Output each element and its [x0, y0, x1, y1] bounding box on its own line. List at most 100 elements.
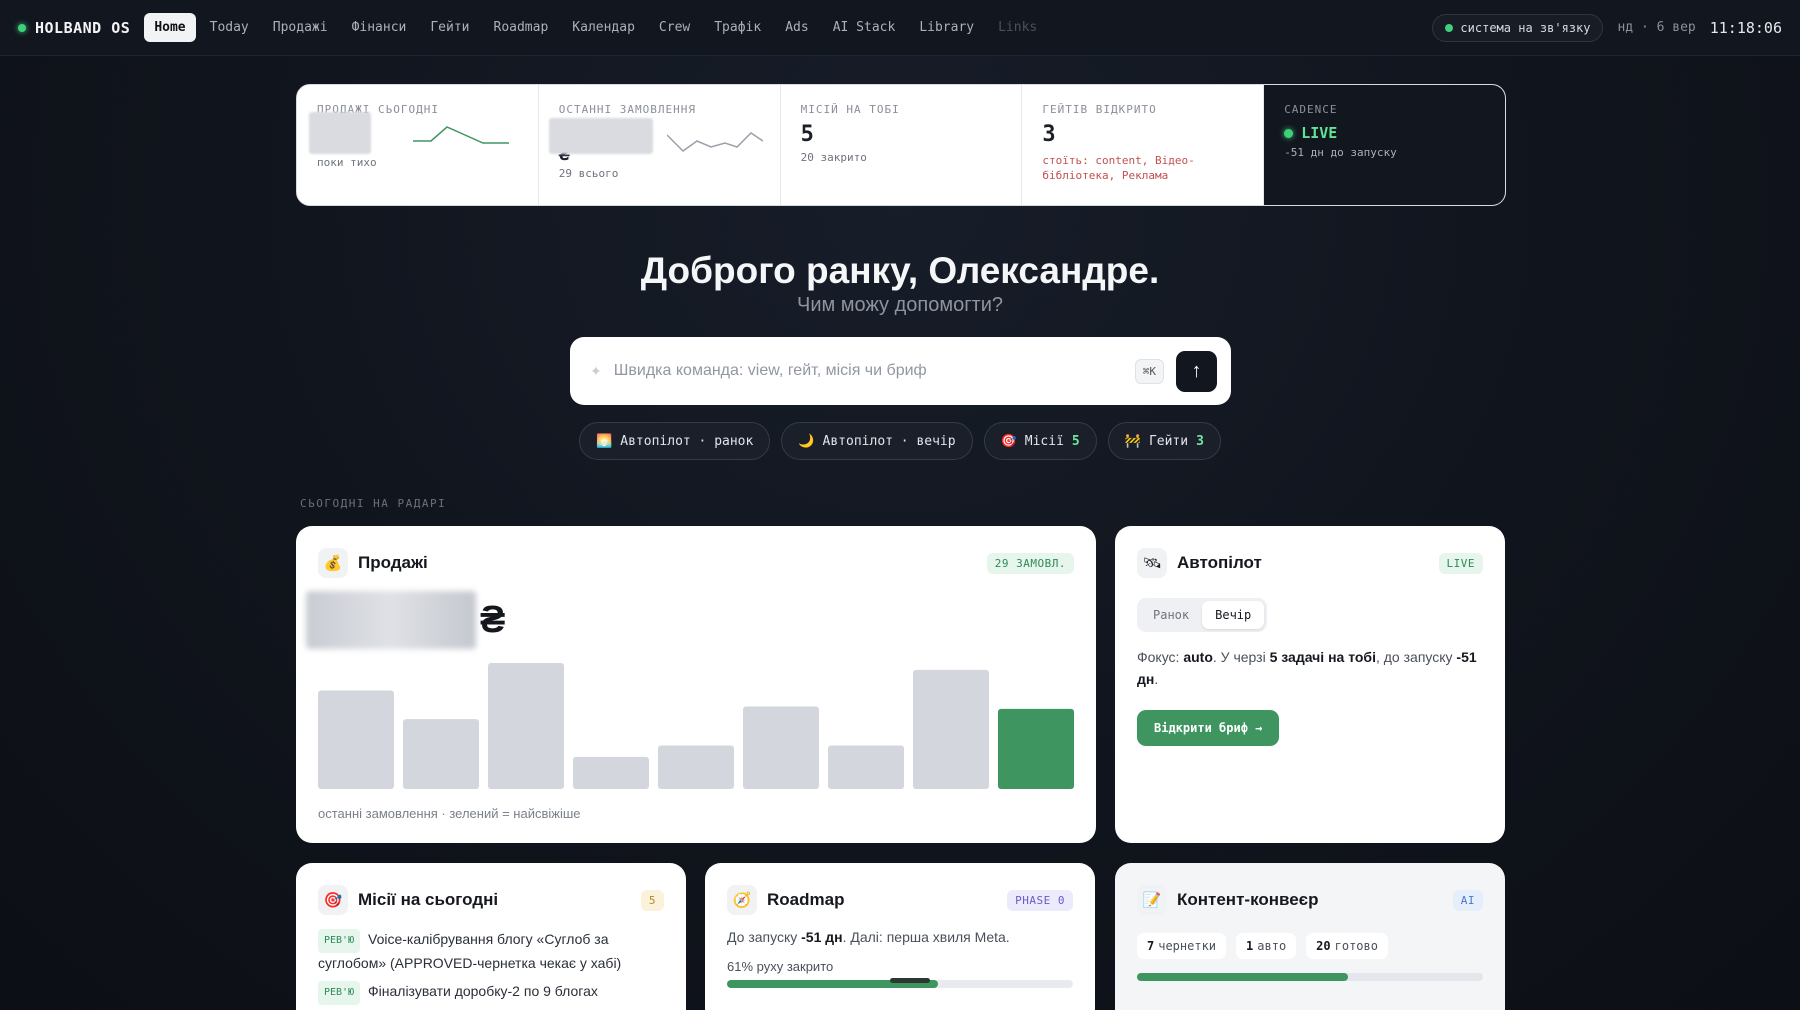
card-header: 📝 Контент-конвеєр AI: [1137, 885, 1483, 915]
stat-drafts[interactable]: 7 чернетки: [1137, 933, 1227, 959]
orders-bar-chart: [318, 663, 1074, 789]
stat-ready[interactable]: 20 готово: [1306, 933, 1388, 959]
order-bar[interactable]: [913, 669, 989, 789]
kpi-missions[interactable]: МІСІЙ НА ТОБІ 5 20 закрито: [781, 85, 1023, 205]
system-status-pill[interactable]: система на зв'язку: [1432, 13, 1604, 42]
chip-label: Автопілот · ранок: [620, 433, 754, 449]
nav-roadmap[interactable]: Roadmap: [484, 13, 559, 42]
roadmap-text-post: . Далі: перша хвиля Meta.: [842, 929, 1010, 945]
brand[interactable]: HOLBAND OS: [18, 19, 130, 37]
nav-home[interactable]: Home: [144, 13, 196, 42]
stat-auto[interactable]: 1 авто: [1236, 933, 1297, 959]
nav-finance[interactable]: Фінанси: [342, 13, 417, 42]
tab-evening[interactable]: Вечір: [1202, 601, 1265, 629]
phase-badge: PHASE 0: [1007, 889, 1073, 911]
progress-label: 61% руху закрито: [727, 959, 834, 974]
barrier-icon: 🚧: [1124, 433, 1141, 449]
blurred-value: [309, 112, 371, 154]
order-bar[interactable]: [743, 706, 819, 789]
roadmap-days: -51 дн: [801, 929, 843, 945]
chip-count: 3: [1196, 433, 1204, 449]
missions-card[interactable]: 🎯 Місії на сьогодні 5 РЕВ'Ю Voice-калібр…: [296, 863, 686, 1010]
nav-library[interactable]: Library: [909, 13, 984, 42]
status-dot-icon: [18, 23, 26, 32]
send-button[interactable]: ↑: [1176, 350, 1217, 392]
kpi-gates[interactable]: ГЕЙТІВ ВІДКРИТО 3 стоїть: content, Відео…: [1022, 85, 1265, 205]
card-header: 🎯 Місії на сьогодні 5: [318, 885, 664, 915]
kpi-sub: поки тихо: [317, 156, 377, 169]
order-bar[interactable]: [403, 719, 479, 789]
memo-icon: 📝: [1137, 885, 1167, 915]
progress-marker: [890, 978, 931, 983]
nav-calendar[interactable]: Календар: [562, 13, 645, 42]
stat-label: авто: [1257, 939, 1287, 953]
card-header: 🛰 Автопілот LIVE: [1137, 548, 1483, 578]
sales-total: ₴: [306, 590, 1074, 650]
shortcut-hint: ⌘K: [1134, 358, 1164, 384]
order-bar[interactable]: [658, 745, 734, 789]
nav-crew[interactable]: Crew: [649, 13, 700, 42]
mission-item[interactable]: РЕВ'Ю Voice-калібрування блогу «Суглоб з…: [318, 929, 664, 973]
kpi-sales-today[interactable]: ПРОДАЖІ СЬОГОДНІ поки тихо: [297, 85, 539, 205]
ai-badge: AI: [1452, 889, 1483, 911]
nav-ads[interactable]: Ads: [775, 13, 818, 42]
kpi-strip: ПРОДАЖІ СЬОГОДНІ поки тихо ОСТАННІ ЗАМОВ…: [296, 84, 1506, 206]
chip-label: Місії: [1024, 433, 1064, 449]
nav-today[interactable]: Today: [200, 13, 259, 42]
order-bar[interactable]: [488, 663, 564, 789]
launch-label: , до запуску: [1375, 649, 1457, 665]
chip-count: 5: [1071, 433, 1080, 449]
live-row: LIVE: [1284, 124, 1485, 142]
kpi-value: 5: [800, 122, 814, 147]
card-header: 🧭 Roadmap PHASE 0: [727, 885, 1073, 915]
blurred-value: [548, 118, 653, 154]
system-status-text: система на зв'язку: [1460, 20, 1591, 35]
sunrise-icon: 🌅: [596, 433, 613, 449]
content-pipeline-card[interactable]: 📝 Контент-конвеєр AI 7 чернетки 1 авто 20 г…: [1115, 863, 1505, 1010]
tab-morning[interactable]: Ранок: [1140, 601, 1202, 629]
nav-sales[interactable]: Продажі: [263, 13, 338, 42]
orders-sparkline: [666, 132, 763, 152]
open-brief-button[interactable]: Відкрити бриф →: [1137, 710, 1280, 746]
nav-links[interactable]: Links: [988, 13, 1047, 42]
order-bar[interactable]: [318, 690, 394, 789]
target-icon: 🎯: [318, 885, 348, 915]
chip-gates[interactable]: 🚧 Гейти 3: [1107, 422, 1221, 460]
chip-autopilot-evening[interactable]: 🌙 Автопілот · вечір: [781, 422, 973, 460]
card-title: Місії на сьогодні: [358, 890, 499, 909]
kpi-last-orders[interactable]: ОСТАННІ ЗАМОВЛЕННЯ ₴ 29 всього: [539, 85, 781, 205]
mission-tag: РЕВ'Ю: [318, 929, 361, 953]
greeting: Доброго ранку, Олександре.: [640, 250, 1160, 291]
kpi-cadence[interactable]: CADENCE LIVE -51 дн до запуску: [1264, 85, 1505, 205]
stat-value: 1: [1246, 939, 1254, 953]
kpi-label: ГЕЙТІВ ВІДКРИТО: [1042, 103, 1157, 116]
kpi-label: ОСТАННІ ЗАМОВЛЕННЯ: [558, 103, 697, 116]
sales-card[interactable]: 💰 Продажі 29 ЗАМОВЛ. ₴ останні замовленн…: [296, 526, 1096, 843]
order-bar[interactable]: [828, 745, 904, 789]
nav-gates[interactable]: Гейти: [420, 13, 479, 42]
card-title: Контент-конвеєр: [1177, 890, 1319, 909]
card-title: Продажі: [358, 553, 428, 572]
chart-caption: останні замовлення · зелений = найсвіжіш…: [318, 806, 581, 821]
blurred-total: [306, 591, 476, 649]
orders-badge: 29 ЗАМОВЛ.: [986, 552, 1074, 574]
bar-chart-svg: [318, 663, 1074, 789]
order-bar[interactable]: [998, 708, 1074, 789]
chip-autopilot-morning[interactable]: 🌅 Автопілот · ранок: [579, 422, 771, 460]
mission-tag: РЕВ'Ю: [318, 981, 361, 1005]
pipeline-stats: 7 чернетки 1 авто 20 готово: [1137, 933, 1483, 959]
command-input[interactable]: [613, 362, 1135, 380]
nav-traffic[interactable]: Трафік: [704, 13, 771, 42]
chip-missions[interactable]: 🎯 Місії 5: [983, 422, 1097, 460]
mission-item[interactable]: РЕВ'Ю Фіналізувати доробку-2 по 9 блогах: [318, 981, 664, 1005]
autopilot-card[interactable]: 🛰 Автопілот LIVE Ранок Вечір Фокус: auto…: [1115, 526, 1505, 843]
order-bar[interactable]: [573, 756, 649, 789]
top-right: система на зв'язку нд · 6 вер 11:18:06: [1432, 13, 1782, 42]
queue-value: 5 задачі на тобі: [1269, 649, 1376, 665]
pipeline-progress-fill: [1137, 973, 1349, 981]
roadmap-card[interactable]: 🧭 Roadmap PHASE 0 До запуску -51 дн. Дал…: [705, 863, 1095, 1010]
top-bar: HOLBAND OS Home Today Продажі Фінанси Ге…: [0, 0, 1800, 56]
nav-ai-stack[interactable]: AI Stack: [823, 13, 906, 42]
stat-label: готово: [1334, 939, 1378, 953]
sparkle-icon: ✦: [590, 362, 602, 379]
